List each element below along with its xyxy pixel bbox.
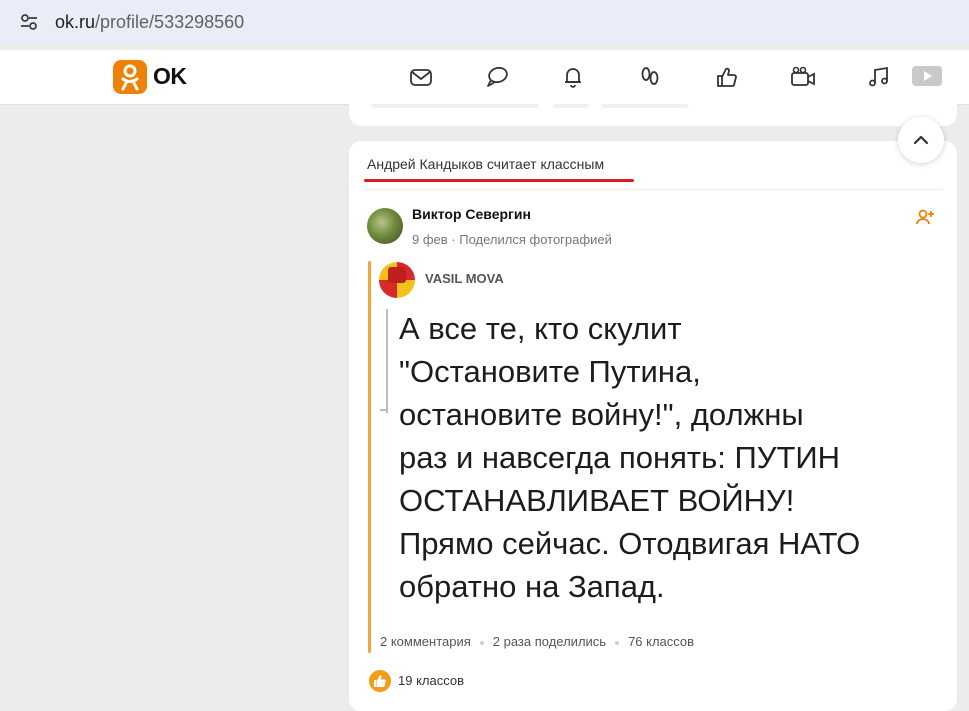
browser-address-bar: ok.ru/profile/533298560	[0, 0, 969, 44]
url-host: ok.ru	[55, 12, 96, 32]
source-group-avatar[interactable]	[379, 262, 415, 298]
url-field[interactable]: ok.ru/profile/533298560	[55, 12, 244, 33]
post-photo[interactable]: А все те, кто скулит "Остановите Путина,…	[399, 307, 929, 608]
ok-logo-icon	[113, 60, 147, 94]
likes-icon[interactable]	[714, 64, 740, 90]
post-meta: 9 фев · Поделился фотографией	[412, 232, 612, 247]
url-path: /profile/533298560	[95, 12, 245, 32]
photo-text-line: ОСТАНАВЛИВАЕТ ВОЙНУ!	[399, 483, 795, 518]
class-like-icon[interactable]	[369, 670, 391, 692]
placeholder-bar	[601, 104, 689, 108]
add-friend-icon[interactable]	[915, 207, 935, 227]
source-emblem	[388, 267, 406, 283]
previous-post-card	[349, 104, 957, 126]
mail-icon[interactable]	[408, 64, 434, 90]
highlight-underline	[364, 179, 634, 182]
video-icon[interactable]	[790, 64, 816, 90]
photo-text-line: обратно на Запад.	[399, 569, 665, 604]
liked-by-label[interactable]: Андрей Кандыков считает классным	[367, 156, 604, 172]
chat-icon[interactable]	[484, 64, 510, 90]
shares-count[interactable]: 2 раза поделились	[493, 634, 606, 649]
placeholder-bar	[553, 104, 589, 108]
source-group-name[interactable]: VASIL MOVA	[425, 271, 504, 286]
post-action: Поделился фотографией	[459, 232, 612, 247]
site-settings-icon[interactable]	[18, 11, 40, 33]
feed-post-card: Андрей Кандыков считает классным Виктор …	[349, 141, 957, 711]
scroll-to-top-button[interactable]	[898, 117, 944, 163]
music-icon[interactable]	[866, 64, 892, 90]
photo-text-line: А все те, кто скулит	[399, 311, 682, 346]
ok-logo[interactable]: OK	[113, 58, 193, 96]
author-avatar[interactable]	[367, 208, 403, 244]
stats-separator	[615, 640, 620, 645]
logo-text: OK	[153, 63, 187, 89]
placeholder-bar	[371, 104, 539, 108]
photo-text-line: "Остановите Путина,	[399, 354, 701, 389]
classes-count[interactable]: 76 классов	[628, 634, 694, 649]
likes-count[interactable]: 19 классов	[398, 673, 464, 688]
photo-edge	[386, 309, 388, 413]
play-icon[interactable]	[912, 63, 942, 89]
photo-edge	[380, 409, 388, 411]
photo-text-line: раз и навсегда понять: ПУТИН	[399, 440, 841, 475]
post-stats: 2 комментария 2 раза поделились 76 классов	[380, 634, 694, 649]
comments-count[interactable]: 2 комментария	[380, 634, 471, 649]
author-name[interactable]: Виктор Севергин	[412, 206, 531, 222]
photo-text-line: Прямо сейчас. Отодвигая НАТО	[399, 526, 861, 561]
divider	[364, 189, 942, 190]
photo-text-line: остановите войну!", должны	[399, 397, 804, 432]
notifications-icon[interactable]	[560, 64, 586, 90]
stats-separator	[479, 640, 484, 645]
repost-quote-bar	[368, 261, 371, 653]
post-date[interactable]: 9 фев	[412, 232, 448, 247]
chevron-up-icon	[913, 135, 929, 145]
site-header: OK	[0, 50, 969, 105]
guests-icon[interactable]	[637, 64, 663, 90]
